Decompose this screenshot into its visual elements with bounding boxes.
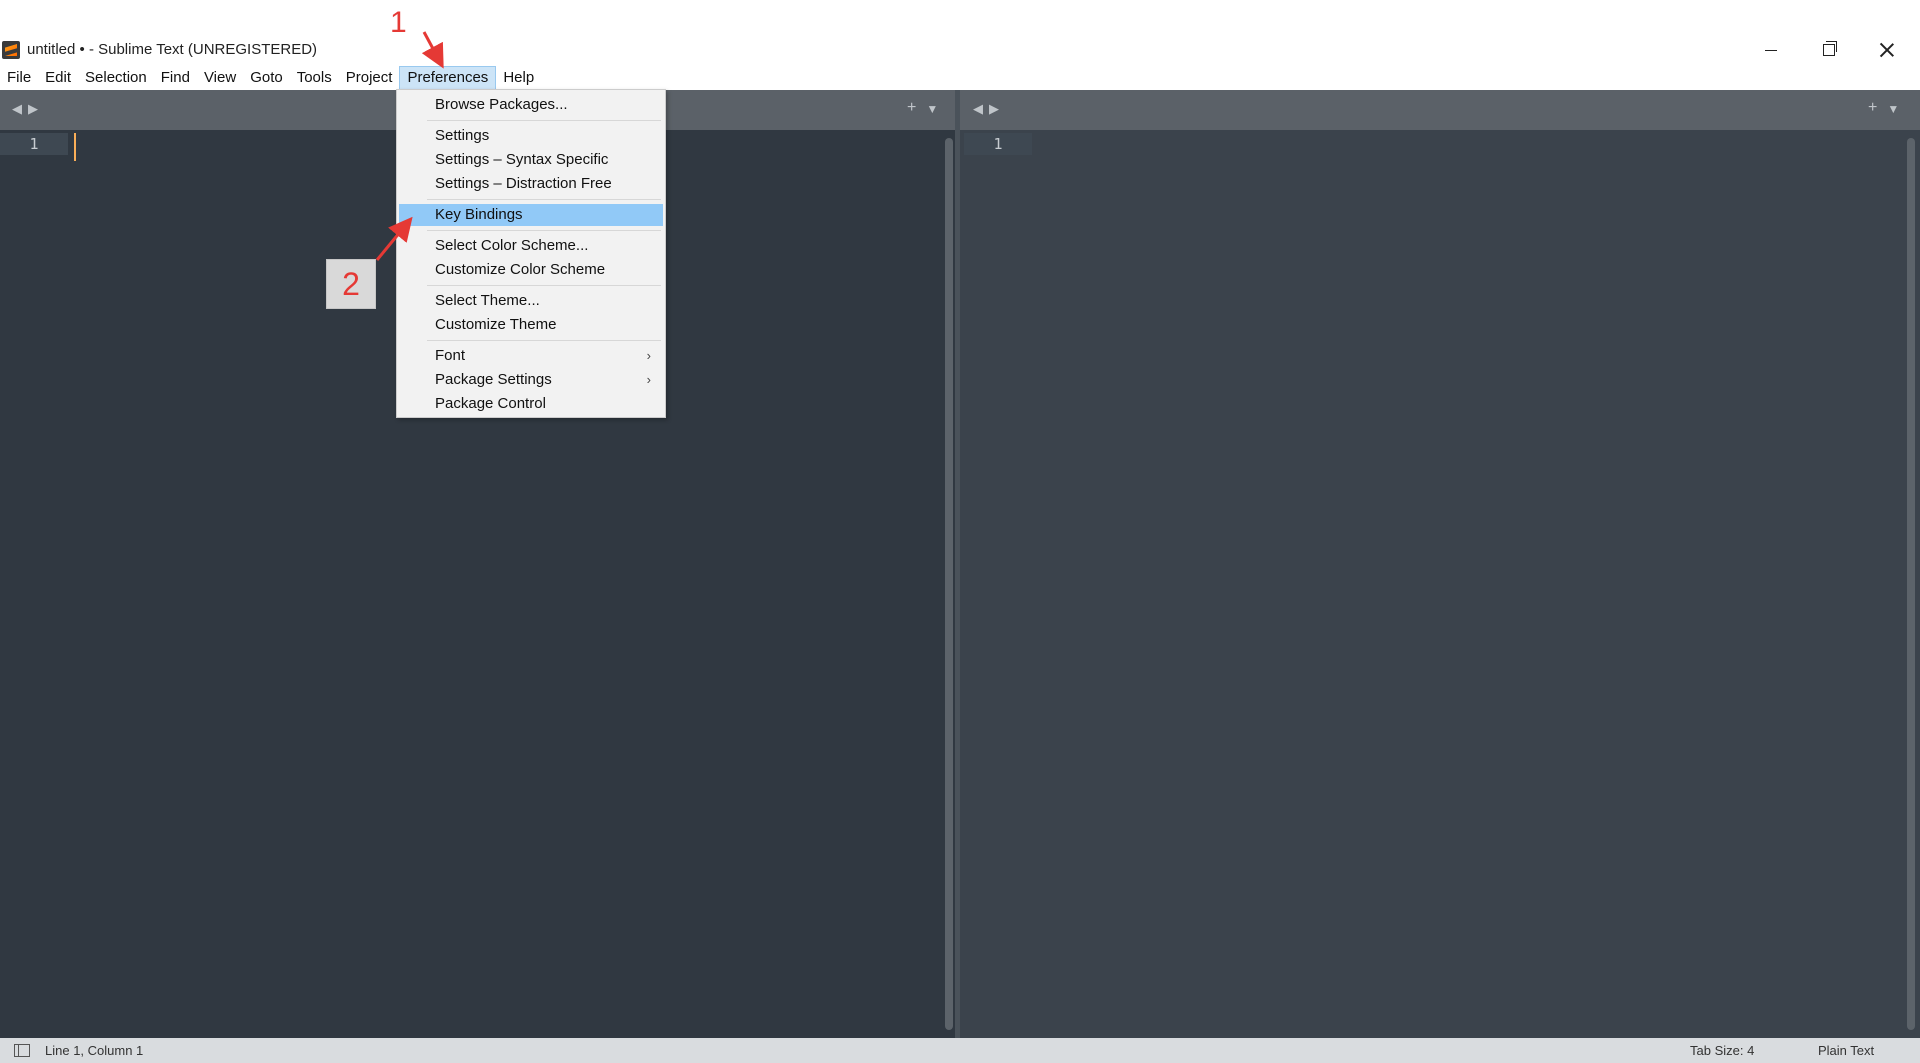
line-number: 1 bbox=[0, 133, 68, 155]
menu-file[interactable]: File bbox=[0, 66, 38, 90]
restore-button[interactable] bbox=[1806, 34, 1852, 66]
menu-separator bbox=[427, 120, 661, 121]
menu-browse-packages[interactable]: Browse Packages... bbox=[399, 94, 663, 116]
menu-goto[interactable]: Goto bbox=[243, 66, 290, 90]
menu-customize-theme[interactable]: Customize Theme bbox=[399, 314, 663, 336]
menu-separator bbox=[427, 285, 661, 286]
scrollbar-left[interactable] bbox=[945, 138, 953, 1030]
menu-separator bbox=[427, 199, 661, 200]
menu-separator bbox=[427, 230, 661, 231]
tab-prev-icon[interactable]: ◀ bbox=[12, 101, 22, 117]
window-title: untitled • - Sublime Text (UNREGISTERED) bbox=[27, 41, 318, 58]
line-number: 1 bbox=[964, 133, 1032, 155]
new-tab-icon[interactable]: + bbox=[907, 99, 916, 117]
tab-next-icon[interactable]: ▶ bbox=[989, 101, 999, 117]
submenu-arrow-icon: › bbox=[646, 348, 651, 363]
tab-list-icon[interactable]: ▼ bbox=[926, 102, 938, 117]
annotation-step-1: 1 bbox=[390, 6, 407, 39]
minimize-icon bbox=[1765, 49, 1777, 51]
tab-list-icon[interactable]: ▼ bbox=[1887, 102, 1899, 117]
menu-tools[interactable]: Tools bbox=[290, 66, 339, 90]
menu-bar: File Edit Selection Find View Goto Tools… bbox=[0, 66, 541, 90]
menu-separator bbox=[427, 340, 661, 341]
new-tab-icon[interactable]: + bbox=[1868, 99, 1877, 117]
restore-icon bbox=[1823, 41, 1837, 56]
menu-font-label: Font bbox=[435, 347, 466, 364]
menu-select-color-scheme[interactable]: Select Color Scheme... bbox=[399, 235, 663, 257]
menu-preferences[interactable]: Preferences bbox=[399, 66, 497, 90]
tab-prev-icon[interactable]: ◀ bbox=[973, 101, 983, 117]
menu-package-settings[interactable]: Package Settings › bbox=[399, 369, 663, 391]
menu-key-bindings[interactable]: Key Bindings bbox=[399, 204, 663, 226]
menu-settings-syntax-specific[interactable]: Settings – Syntax Specific bbox=[399, 149, 663, 171]
menu-find[interactable]: Find bbox=[154, 66, 197, 90]
menu-settings-distraction-free[interactable]: Settings – Distraction Free bbox=[399, 173, 663, 195]
menu-view[interactable]: View bbox=[197, 66, 243, 90]
menu-package-control[interactable]: Package Control bbox=[399, 393, 663, 415]
scrollbar-right[interactable] bbox=[1907, 138, 1915, 1030]
status-bar: Line 1, Column 1 Tab Size: 4 Plain Text bbox=[0, 1038, 1920, 1063]
minimize-button[interactable] bbox=[1748, 34, 1794, 66]
annotation-step-2: 2 bbox=[326, 259, 376, 309]
panel-toggle-icon[interactable] bbox=[14, 1044, 30, 1057]
menu-package-settings-label: Package Settings bbox=[435, 371, 552, 388]
menu-edit[interactable]: Edit bbox=[38, 66, 78, 90]
status-tab-size[interactable]: Tab Size: 4 bbox=[1690, 1043, 1754, 1058]
annotation-step-2-label: 2 bbox=[342, 265, 360, 302]
title-bar: untitled • - Sublime Text (UNREGISTERED) bbox=[0, 0, 1920, 66]
tab-next-icon[interactable]: ▶ bbox=[28, 101, 38, 117]
tab-bar-right: ◀ ▶ + ▼ bbox=[960, 90, 1920, 130]
close-button[interactable] bbox=[1864, 34, 1910, 66]
menu-project[interactable]: Project bbox=[339, 66, 400, 90]
menu-select-theme[interactable]: Select Theme... bbox=[399, 290, 663, 312]
preferences-dropdown: Browse Packages... Settings Settings – S… bbox=[396, 89, 666, 418]
sublime-logo-icon bbox=[2, 41, 20, 59]
menu-selection[interactable]: Selection bbox=[78, 66, 154, 90]
editor-pane-right[interactable]: 1 bbox=[960, 130, 1920, 1038]
status-syntax[interactable]: Plain Text bbox=[1818, 1043, 1874, 1058]
menu-help[interactable]: Help bbox=[496, 66, 541, 90]
text-cursor bbox=[74, 133, 76, 161]
close-icon bbox=[1879, 42, 1895, 58]
menu-font[interactable]: Font › bbox=[399, 345, 663, 367]
menu-settings[interactable]: Settings bbox=[399, 125, 663, 147]
submenu-arrow-icon: › bbox=[646, 372, 651, 387]
status-position[interactable]: Line 1, Column 1 bbox=[45, 1043, 143, 1058]
menu-customize-color-scheme[interactable]: Customize Color Scheme bbox=[399, 259, 663, 281]
